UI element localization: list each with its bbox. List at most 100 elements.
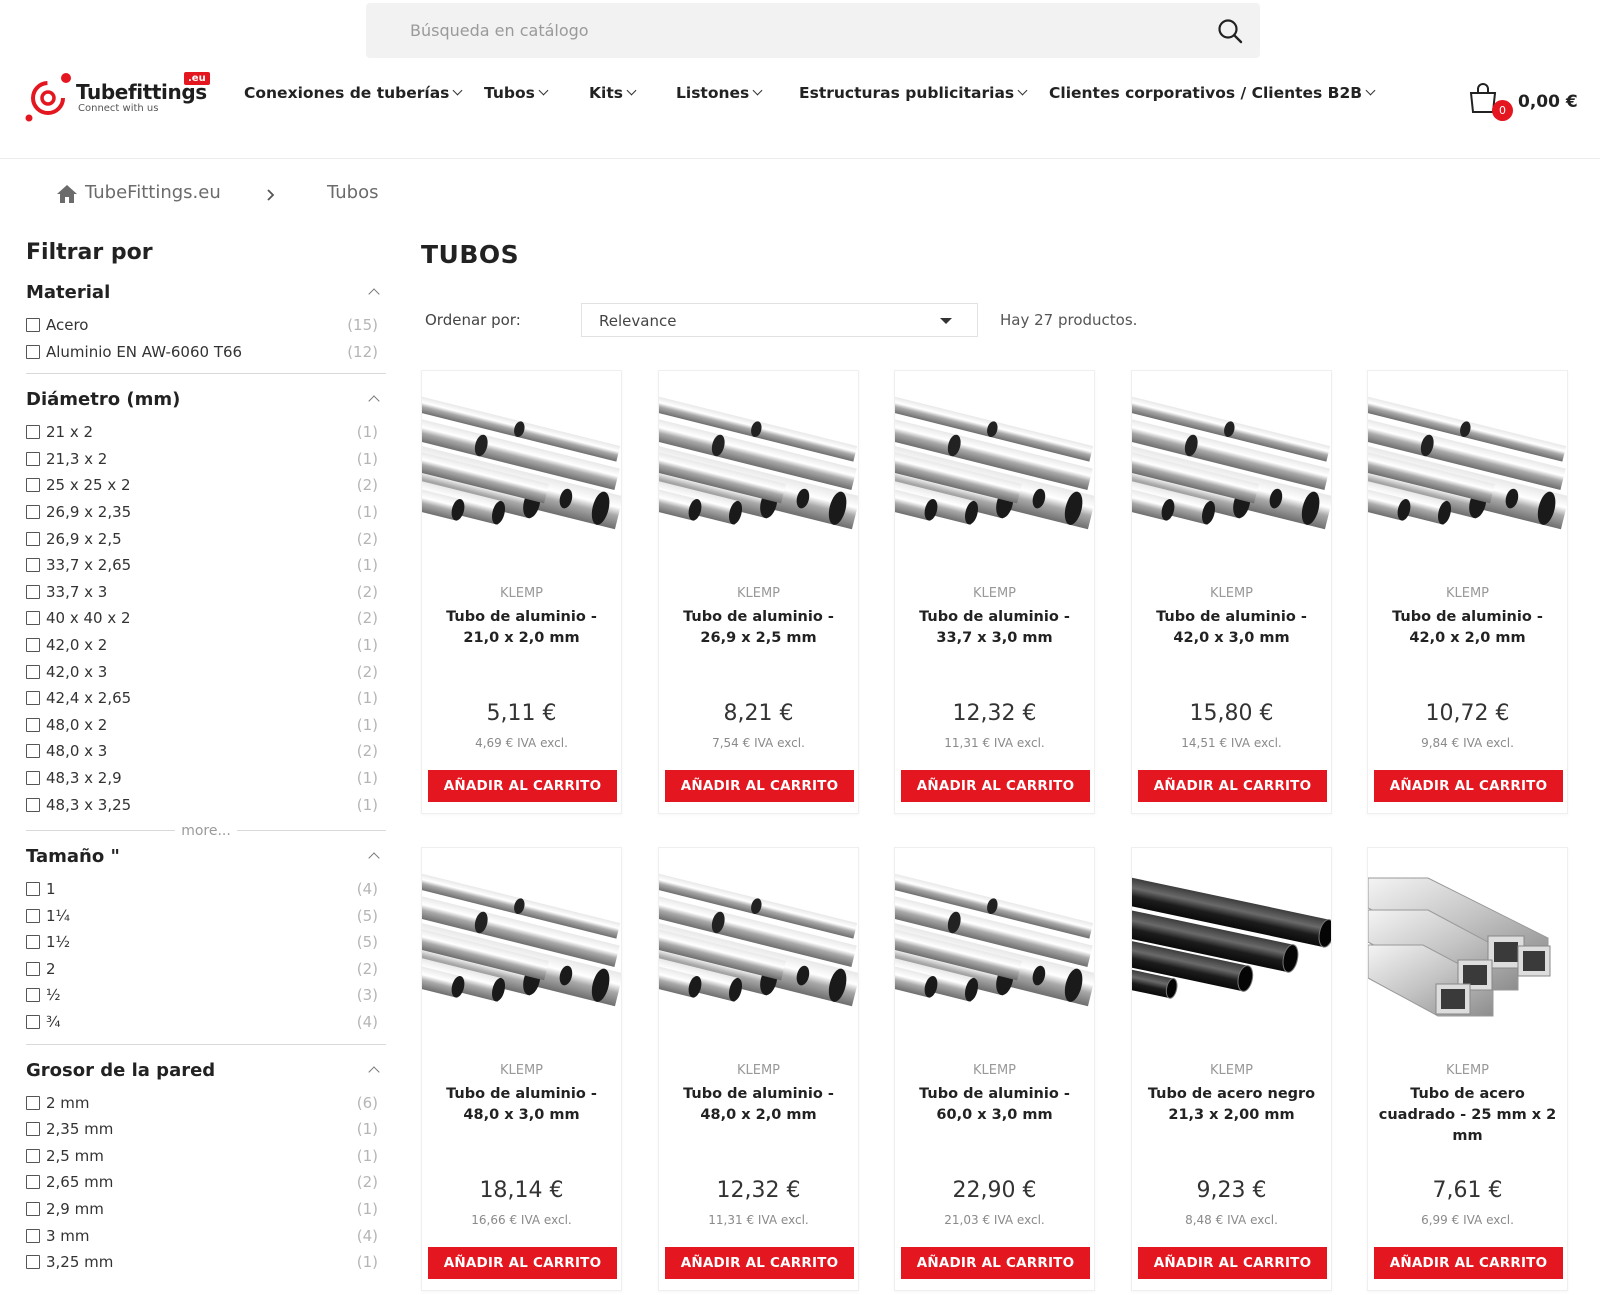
checkbox[interactable] — [26, 664, 40, 679]
product-card[interactable]: KLEMP Tubo de acero cuadrado - 25 mm x 2 … — [1367, 847, 1568, 1291]
product-name[interactable]: Tubo de aluminio - 48,0 x 3,0 mm — [432, 1084, 611, 1126]
product-card[interactable]: KLEMP Tubo de acero negro 21,3 x 2,00 mm 9… — [1101, 847, 1335, 1291]
checkbox[interactable] — [26, 425, 40, 440]
product-card[interactable]: KLEMP Tubo de aluminio - 48,0 x 3,0 mm 18,… — [389, 847, 624, 1291]
filter-option-label[interactable]: 1½ — [46, 933, 70, 951]
product-image[interactable] — [1101, 850, 1335, 1040]
filter-option-label[interactable]: 33,7 x 3 — [46, 583, 107, 601]
product-name[interactable]: Tubo de aluminio - 33,7 x 3,0 mm — [905, 607, 1084, 649]
product-image[interactable] — [1099, 373, 1334, 563]
product-name[interactable]: Tubo de aluminio - 42,0 x 2,0 mm — [1378, 607, 1557, 649]
filter-option-label[interactable]: 21 x 2 — [46, 423, 93, 441]
product-image[interactable] — [1367, 850, 1567, 1040]
checkbox[interactable] — [26, 988, 40, 1003]
checkbox[interactable] — [26, 691, 40, 706]
filter-option-label[interactable]: ¾ — [46, 1013, 61, 1031]
filter-option-label[interactable]: 3,25 mm — [46, 1253, 113, 1271]
nav-item-tubos[interactable]: Tubos — [484, 84, 549, 102]
checkbox[interactable] — [26, 770, 40, 785]
checkbox[interactable] — [26, 531, 40, 546]
filter-option-label[interactable]: 21,3 x 2 — [46, 450, 107, 468]
checkbox[interactable] — [26, 1175, 40, 1190]
filter-option-label[interactable]: 26,9 x 2,5 — [46, 530, 122, 548]
product-name[interactable]: Tubo de aluminio - 42,0 x 3,0 mm — [1142, 607, 1321, 649]
product-card[interactable]: KLEMP Tubo de aluminio - 60,0 x 3,0 mm 22,… — [862, 847, 1097, 1291]
checkbox[interactable] — [26, 558, 40, 573]
checkbox[interactable] — [26, 717, 40, 732]
filter-option-label[interactable]: 33,7 x 2,65 — [46, 556, 131, 574]
filter-option-label[interactable]: 42,0 x 2 — [46, 636, 107, 654]
filter-option-label[interactable]: Aluminio EN AW-6060 T66 — [46, 343, 242, 361]
checkbox[interactable] — [26, 744, 40, 759]
checkbox[interactable] — [26, 344, 40, 359]
checkbox[interactable] — [26, 1122, 40, 1137]
checkbox[interactable] — [26, 961, 40, 976]
checkbox[interactable] — [26, 504, 40, 519]
search-input[interactable] — [366, 3, 1196, 58]
product-name[interactable]: Tubo de acero negro 21,3 x 2,00 mm — [1142, 1084, 1321, 1126]
product-card[interactable]: KLEMP Tubo de aluminio - 26,9 x 2,5 mm 8,2… — [626, 370, 861, 814]
site-logo[interactable]: Tubefittings Connect with us .eu — [24, 70, 214, 122]
product-image[interactable] — [862, 373, 1097, 563]
filter-option-label[interactable]: 48,3 x 2,9 — [46, 769, 122, 787]
filter-option-label[interactable]: 2,9 mm — [46, 1200, 104, 1218]
add-to-cart-button[interactable]: AÑADIR AL CARRITO — [665, 770, 854, 802]
add-to-cart-button[interactable]: AÑADIR AL CARRITO — [1374, 1247, 1563, 1279]
add-to-cart-button[interactable]: AÑADIR AL CARRITO — [665, 1247, 854, 1279]
checkbox[interactable] — [26, 1148, 40, 1163]
nav-item-conexiones[interactable]: Conexiones de tuberías — [244, 84, 463, 102]
add-to-cart-button[interactable]: AÑADIR AL CARRITO — [428, 770, 617, 802]
product-card[interactable]: KLEMP Tubo de aluminio - 48,0 x 2,0 mm 12,… — [626, 847, 861, 1291]
checkbox[interactable] — [26, 584, 40, 599]
add-to-cart-button[interactable]: AÑADIR AL CARRITO — [901, 1247, 1090, 1279]
product-image[interactable] — [862, 850, 1097, 1040]
checkbox[interactable] — [26, 1095, 40, 1110]
nav-item-listones[interactable]: Listones — [676, 84, 763, 102]
home-icon[interactable] — [56, 184, 78, 204]
filter-option-label[interactable]: 2,5 mm — [46, 1147, 104, 1165]
product-card[interactable]: KLEMP Tubo de aluminio - 21,0 x 2,0 mm 5,1… — [389, 370, 624, 814]
add-to-cart-button[interactable]: AÑADIR AL CARRITO — [901, 770, 1090, 802]
filter-group-title[interactable]: Diámetro (mm) — [26, 389, 386, 423]
checkbox[interactable] — [26, 935, 40, 950]
product-name[interactable]: Tubo de aluminio - 48,0 x 2,0 mm — [669, 1084, 848, 1126]
breadcrumb-home[interactable]: TubeFittings.eu — [85, 182, 221, 203]
filter-option-label[interactable]: 42,0 x 3 — [46, 663, 107, 681]
add-to-cart-button[interactable]: AÑADIR AL CARRITO — [1138, 770, 1327, 802]
checkbox[interactable] — [26, 908, 40, 923]
product-card[interactable]: KLEMP Tubo de aluminio - 33,7 x 3,0 mm 12,… — [862, 370, 1097, 814]
nav-item-b2b[interactable]: Clientes corporativos / Clientes B2B — [1049, 84, 1376, 102]
checkbox[interactable] — [26, 611, 40, 626]
show-more-label[interactable]: more... — [175, 823, 237, 840]
filter-group-title[interactable]: Material — [26, 282, 386, 316]
checkbox[interactable] — [26, 637, 40, 652]
add-to-cart-button[interactable]: AÑADIR AL CARRITO — [428, 1247, 617, 1279]
product-name[interactable]: Tubo de aluminio - 26,9 x 2,5 mm — [669, 607, 848, 649]
filter-option-label[interactable]: 2,65 mm — [46, 1173, 113, 1191]
checkbox[interactable] — [26, 1015, 40, 1030]
product-image[interactable] — [389, 373, 624, 563]
product-card[interactable]: KLEMP Tubo de aluminio - 42,0 x 2,0 mm 10,… — [1335, 370, 1570, 814]
filter-option-label[interactable]: 48,0 x 3 — [46, 742, 107, 760]
product-name[interactable]: Tubo de aluminio - 60,0 x 3,0 mm — [905, 1084, 1084, 1126]
filter-group-title[interactable]: Tamaño " — [26, 846, 386, 880]
filter-option-label[interactable]: 1¼ — [46, 907, 70, 925]
filter-option-label[interactable]: 48,3 x 3,25 — [46, 796, 131, 814]
product-name[interactable]: Tubo de acero cuadrado - 25 mm x 2 mm — [1378, 1084, 1557, 1147]
filter-option-label[interactable]: 26,9 x 2,35 — [46, 503, 131, 521]
filter-option-label[interactable]: 25 x 25 x 2 — [46, 476, 131, 494]
product-card[interactable]: KLEMP Tubo de aluminio - 42,0 x 3,0 mm 15,… — [1099, 370, 1334, 814]
filter-option-label[interactable]: Acero — [46, 316, 89, 334]
nav-item-estructuras[interactable]: Estructuras publicitarias — [799, 84, 1028, 102]
add-to-cart-button[interactable]: AÑADIR AL CARRITO — [1374, 770, 1563, 802]
checkbox[interactable] — [26, 478, 40, 493]
product-image[interactable] — [1335, 373, 1570, 563]
filter-option-label[interactable]: ½ — [46, 986, 61, 1004]
checkbox[interactable] — [26, 1202, 40, 1217]
product-image[interactable] — [626, 850, 861, 1040]
filter-option-label[interactable]: 42,4 x 2,65 — [46, 689, 131, 707]
filter-option-label[interactable]: 3 mm — [46, 1227, 90, 1245]
filter-option-label[interactable]: 2 mm — [46, 1094, 90, 1112]
filter-group-title[interactable]: Grosor de la pared — [26, 1060, 386, 1094]
add-to-cart-button[interactable]: AÑADIR AL CARRITO — [1138, 1247, 1327, 1279]
